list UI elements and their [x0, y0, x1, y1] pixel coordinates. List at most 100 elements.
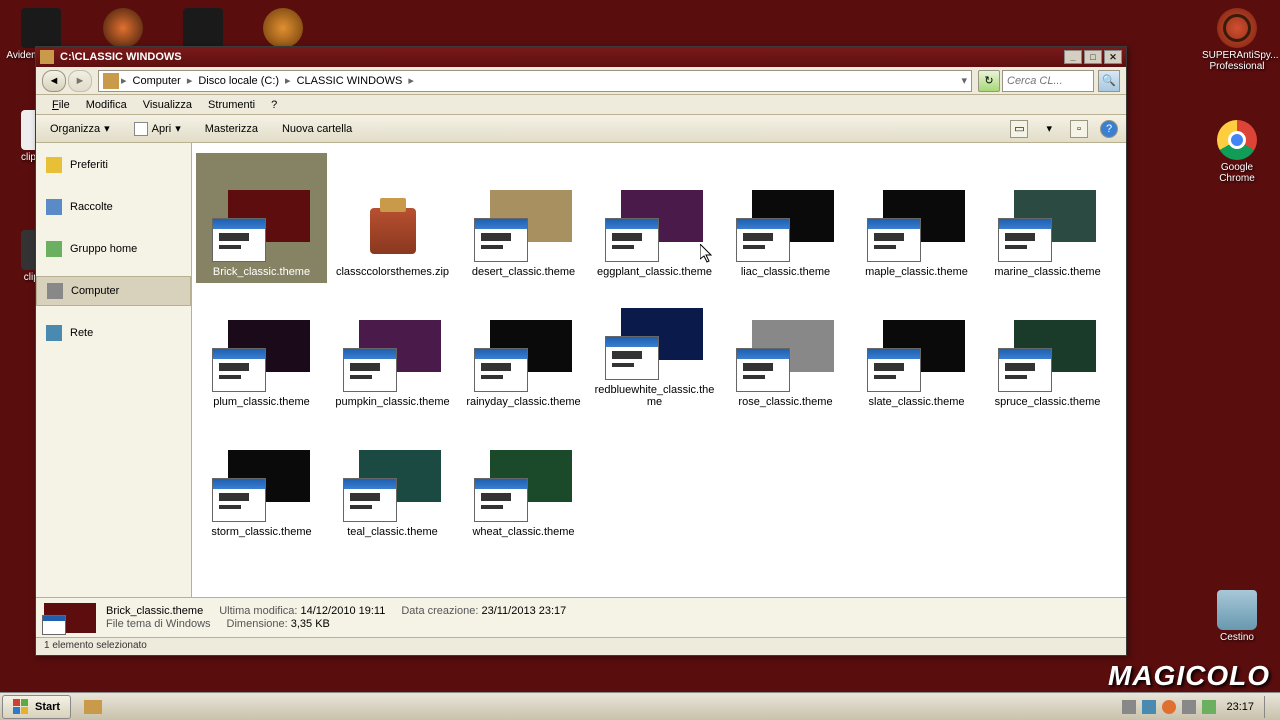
file-item[interactable]: classccolorsthemes.zip — [327, 153, 458, 283]
search-button[interactable]: 🔍 — [1098, 70, 1120, 92]
sidebar-computer[interactable]: Computer — [36, 276, 191, 306]
file-name: rose_classic.theme — [738, 396, 832, 409]
file-name: pumpkin_classic.theme — [335, 396, 449, 409]
breadcrumb-item[interactable]: Computer — [129, 75, 185, 87]
file-item[interactable]: wheat_classic.theme — [458, 413, 589, 543]
file-item[interactable]: liac_classic.theme — [720, 153, 851, 283]
sidebar-homegroup[interactable]: Gruppo home — [36, 235, 191, 263]
close-button[interactable]: ✕ — [1104, 50, 1122, 64]
tray-flag-icon[interactable] — [1122, 700, 1136, 714]
search-input[interactable] — [1007, 75, 1089, 87]
watermark: MAGICOLO — [1108, 660, 1270, 692]
refresh-button[interactable]: ↻ — [978, 70, 1000, 92]
menu-edit[interactable]: Modifica — [78, 97, 135, 113]
file-name: wheat_classic.theme — [472, 526, 574, 539]
window-title: C:\CLASSIC WINDOWS — [60, 51, 182, 63]
search-box[interactable] — [1002, 70, 1094, 92]
file-item[interactable]: teal_classic.theme — [327, 413, 458, 543]
help-button[interactable]: ? — [1100, 120, 1118, 138]
file-item[interactable]: redbluewhite_classic.theme — [589, 283, 720, 413]
open-button[interactable]: Apri ▾ — [128, 119, 187, 139]
explorer-window: C:\CLASSIC WINDOWS _ □ ✕ ◄ ► ▸ Computer … — [35, 46, 1127, 656]
file-name: liac_classic.theme — [741, 266, 830, 279]
file-name: maple_classic.theme — [865, 266, 968, 279]
file-grid[interactable]: Brick_classic.theme classccolorsthemes.zi… — [192, 143, 1126, 597]
file-item[interactable]: desert_classic.theme — [458, 153, 589, 283]
status-bar: 1 elemento selezionato — [36, 637, 1126, 655]
file-item[interactable]: marine_classic.theme — [982, 153, 1113, 283]
organize-button[interactable]: Organizza ▾ — [44, 119, 116, 138]
burn-button[interactable]: Masterizza — [199, 120, 264, 138]
file-item[interactable]: plum_classic.theme — [196, 283, 327, 413]
desktop-icon-recycle-bin[interactable]: Cestino — [1202, 590, 1272, 643]
network-icon — [46, 325, 62, 341]
preview-pane-button[interactable]: ▭ — [1010, 120, 1028, 138]
tray-app-icon[interactable] — [1162, 700, 1176, 714]
tray-network-icon[interactable] — [1202, 700, 1216, 714]
computer-icon — [47, 283, 63, 299]
desktop-icon[interactable] — [88, 8, 158, 50]
desktop-icon[interactable] — [248, 8, 318, 50]
window-icon — [343, 478, 397, 522]
window-icon — [998, 218, 1052, 262]
file-name: redbluewhite_classic.theme — [595, 384, 715, 409]
forward-button[interactable]: ► — [68, 70, 92, 92]
view-options-button[interactable]: ▫ — [1070, 120, 1088, 138]
system-tray: 23:17 — [1114, 696, 1280, 718]
breadcrumb-item[interactable]: Disco locale (C:) — [194, 75, 283, 87]
maximize-button[interactable]: □ — [1084, 50, 1102, 64]
view-dropdown[interactable]: ▾ — [1040, 119, 1058, 138]
file-item[interactable]: eggplant_classic.theme — [589, 153, 720, 283]
menu-help[interactable]: ? — [263, 97, 285, 113]
desktop-icon-chrome[interactable]: Google Chrome — [1202, 120, 1272, 184]
file-item[interactable]: storm_classic.theme — [196, 413, 327, 543]
file-item[interactable]: maple_classic.theme — [851, 153, 982, 283]
window-icon — [736, 348, 790, 392]
window-icon — [474, 218, 528, 262]
file-item[interactable]: Brick_classic.theme — [196, 153, 327, 283]
file-name: slate_classic.theme — [869, 396, 965, 409]
star-icon — [46, 157, 62, 173]
folder-icon — [103, 73, 119, 89]
sidebar-libraries[interactable]: Raccolte — [36, 193, 191, 221]
file-name: marine_classic.theme — [994, 266, 1100, 279]
breadcrumb-dropdown[interactable]: ▾ — [961, 74, 967, 87]
libraries-icon — [46, 199, 62, 215]
file-item[interactable]: spruce_classic.theme — [982, 283, 1113, 413]
tray-clock[interactable]: 23:17 — [1222, 701, 1258, 713]
back-button[interactable]: ◄ — [42, 70, 66, 92]
window-icon — [343, 348, 397, 392]
file-name: storm_classic.theme — [211, 526, 311, 539]
file-item[interactable]: slate_classic.theme — [851, 283, 982, 413]
file-item[interactable]: pumpkin_classic.theme — [327, 283, 458, 413]
file-name: rainyday_classic.theme — [466, 396, 580, 409]
window-icon — [867, 218, 921, 262]
window-icon — [605, 336, 659, 380]
windows-logo-icon — [13, 699, 29, 715]
menu-view[interactable]: Visualizza — [135, 97, 200, 113]
titlebar[interactable]: C:\CLASSIC WINDOWS _ □ ✕ — [36, 47, 1126, 67]
menu-file[interactable]: File — [44, 97, 78, 113]
file-item[interactable]: rose_classic.theme — [720, 283, 851, 413]
new-folder-button[interactable]: Nuova cartella — [276, 120, 358, 138]
homegroup-icon — [46, 241, 62, 257]
tray-volume-icon[interactable] — [1182, 700, 1196, 714]
minimize-button[interactable]: _ — [1064, 50, 1082, 64]
file-item[interactable]: rainyday_classic.theme — [458, 283, 589, 413]
show-desktop-button[interactable] — [1264, 696, 1272, 718]
desktop-icon-superantispy[interactable]: SUPERAntiSpy... Professional — [1202, 8, 1272, 72]
sidebar-favorites[interactable]: Preferiti — [36, 151, 191, 179]
file-name: classccolorsthemes.zip — [336, 266, 449, 279]
start-button[interactable]: Start — [2, 695, 71, 719]
desktop-icon[interactable] — [168, 8, 238, 50]
breadcrumb[interactable]: ▸ Computer ▸ Disco locale (C:) ▸ CLASSIC… — [98, 70, 972, 92]
toolbar: Organizza ▾ Apri ▾ Masterizza Nuova cart… — [36, 115, 1126, 143]
window-icon — [998, 348, 1052, 392]
menu-tools[interactable]: Strumenti — [200, 97, 263, 113]
breadcrumb-item[interactable]: CLASSIC WINDOWS — [293, 75, 407, 87]
window-icon — [212, 478, 266, 522]
taskbar-explorer[interactable] — [75, 695, 111, 719]
sidebar-network[interactable]: Rete — [36, 319, 191, 347]
details-filename: Brick_classic.theme — [106, 605, 203, 617]
tray-shield-icon[interactable] — [1142, 700, 1156, 714]
